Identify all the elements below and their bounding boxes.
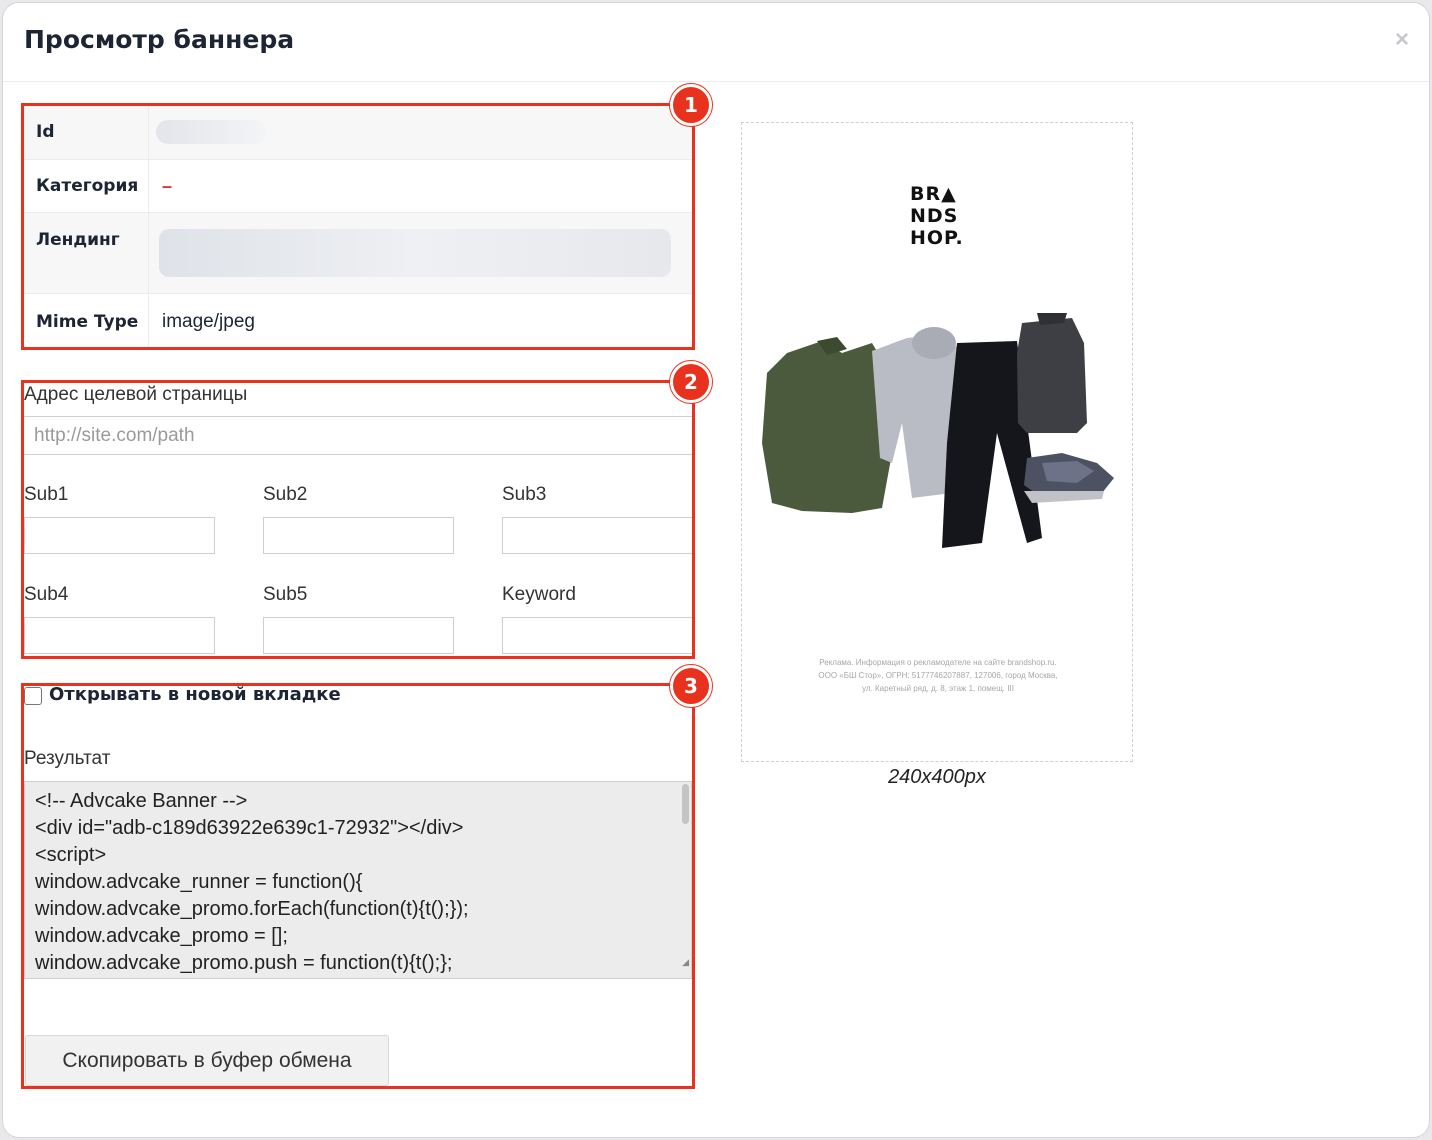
clothing-outfit-image — [762, 313, 1114, 548]
modal-header: Просмотр баннера × — [3, 3, 1429, 82]
banner-size-caption: 240x400px — [888, 766, 986, 788]
annotation-box-3 — [21, 683, 695, 1089]
annotation-box-2 — [21, 380, 695, 659]
modal-title: Просмотр баннера — [24, 25, 295, 54]
annotation-badge-2: 2 — [670, 361, 712, 403]
annotation-badge-3: 3 — [670, 665, 712, 707]
ad-disclaimer-text: Реклама. Информация о рекламодателе на с… — [818, 658, 1058, 693]
brandshop-logo: BR▲ NDS HOP. — [910, 183, 964, 249]
annotation-badge-1: 1 — [670, 84, 712, 126]
annotation-box-1 — [21, 103, 695, 350]
close-icon[interactable]: × — [1391, 28, 1413, 52]
banner-image-preview: BR▲ NDS HOP. Реклама. Информация о рекла… — [741, 122, 1133, 762]
